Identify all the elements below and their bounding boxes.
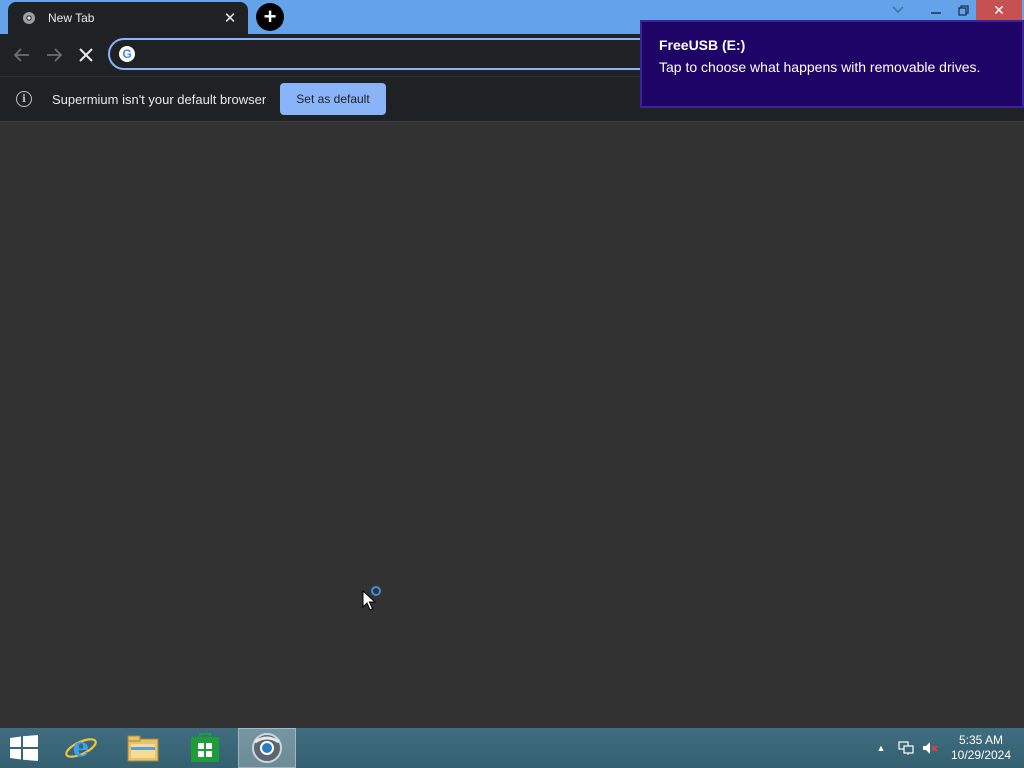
windows-logo-icon: [10, 735, 38, 761]
notification-title: FreeUSB (E:): [659, 37, 746, 53]
volume-muted-icon[interactable]: [920, 728, 940, 768]
tab-search-chevron-icon[interactable]: [886, 0, 910, 20]
address-input[interactable]: [145, 45, 629, 63]
system-clock[interactable]: 5:35 AM 10/29/2024: [946, 733, 1016, 763]
new-tab-button[interactable]: +: [256, 3, 284, 31]
google-search-icon: G: [119, 46, 135, 62]
forward-button[interactable]: [40, 42, 68, 68]
internet-explorer-icon: e: [65, 733, 97, 763]
svg-text:e: e: [73, 733, 90, 763]
taskbar: e ▲ 5:35 AM 10/29/2024: [0, 728, 1024, 768]
infobar-message: Supermium isn't your default browser: [52, 92, 267, 107]
file-explorer-button[interactable]: [114, 728, 172, 768]
supermium-icon: [252, 733, 282, 763]
store-button[interactable]: [176, 728, 234, 768]
busy-spinner-icon: [371, 586, 381, 596]
clock-date: 10/29/2024: [950, 748, 1012, 762]
autoplay-notification[interactable]: FreeUSB (E:) Tap to choose what happens …: [640, 20, 1024, 108]
network-icon[interactable]: [896, 728, 916, 768]
tab-close-icon[interactable]: ✕: [222, 9, 238, 27]
restore-button[interactable]: [950, 0, 976, 20]
address-bar[interactable]: G: [108, 38, 668, 70]
start-button[interactable]: [0, 728, 48, 768]
supermium-taskbar-button[interactable]: [238, 728, 296, 768]
folder-icon: [127, 735, 159, 762]
tab-new-tab[interactable]: New Tab ✕: [8, 2, 248, 34]
stop-loading-button[interactable]: [72, 42, 100, 68]
show-hidden-icons-button[interactable]: ▲: [874, 728, 888, 768]
notification-body: Tap to choose what happens with removabl…: [659, 59, 981, 75]
back-button[interactable]: [8, 42, 36, 68]
close-window-button[interactable]: ✕: [976, 0, 1022, 20]
clock-time: 5:35 AM: [958, 733, 1004, 747]
store-icon: [191, 733, 219, 762]
supermium-favicon-icon: [22, 11, 36, 25]
page-content[interactable]: [0, 122, 1024, 728]
minimize-button[interactable]: [922, 0, 950, 20]
tab-title: New Tab: [48, 11, 95, 25]
info-icon: i: [16, 91, 32, 107]
set-as-default-button[interactable]: Set as default: [280, 83, 386, 115]
internet-explorer-button[interactable]: e: [52, 728, 110, 768]
